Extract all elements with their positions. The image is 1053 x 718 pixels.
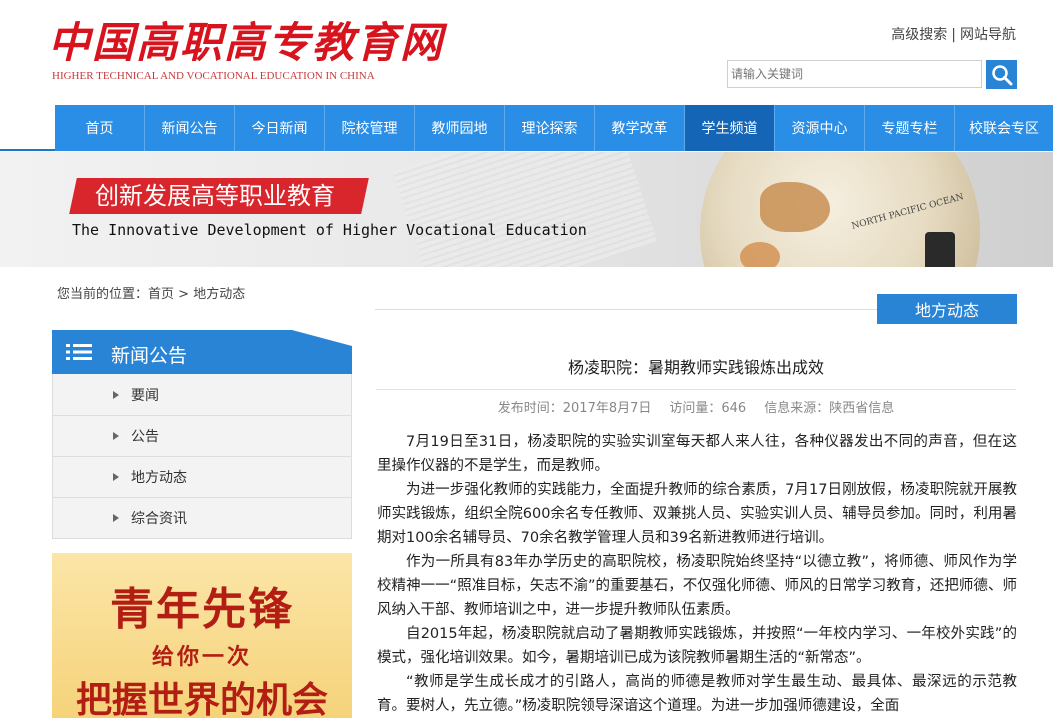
article-body: 7月19日至31日，杨凌职院的实验实训室每天都人来人往，各种仪器发出不同的声音，…: [377, 430, 1017, 718]
sidebar-item[interactable]: 综合资讯: [53, 497, 351, 538]
nav-item[interactable]: 教学改革: [595, 105, 685, 151]
link-separator: |: [951, 27, 956, 43]
promo-subtitle: 给你一次: [151, 645, 252, 670]
promo-banner[interactable]: 青年先锋 给你一次 把握世界的机会: [52, 553, 352, 718]
banner: NORTH PACIFIC OCEAN 创新发展高等职业教育 The Innov…: [0, 152, 1053, 267]
section-tag: 地方动态: [877, 294, 1017, 324]
sidebar-item[interactable]: 要闻: [53, 374, 351, 415]
search-button[interactable]: [986, 60, 1017, 89]
list-icon: [66, 344, 92, 360]
banner-subtitle: The Innovative Development of Higher Voc…: [72, 221, 587, 239]
nav-item[interactable]: 院校管理: [325, 105, 415, 151]
globe-land: [760, 182, 830, 232]
globe-land: [740, 242, 780, 267]
sidebar-title: 新闻公告: [111, 345, 188, 367]
sidebar-item-label: 地方动态: [131, 470, 187, 486]
globe-label: NORTH PACIFIC OCEAN: [850, 192, 965, 232]
sidebar-header-corner: [292, 330, 352, 346]
banner-slogan: 创新发展高等职业教育: [69, 178, 369, 214]
triangle-right-icon: [113, 473, 119, 481]
sidebar-item-label: 公告: [131, 429, 159, 445]
banner-newspaper-image: [392, 152, 658, 267]
article-source: 信息来源：陕西省信息: [764, 401, 895, 416]
triangle-right-icon: [113, 514, 119, 522]
article-paragraph: “教师是学生成长成才的引路人，高尚的师德是教师对学生最生动、最具体、最深远的示范…: [377, 674, 1017, 714]
nav-items: 首页 新闻公告 今日新闻 院校管理 教师园地 理论探索 教学改革 学生频道 资源中心 专题专栏 校联…: [55, 105, 1053, 151]
article-meta: 发布时间：2017年8月7日 访问量：646 信息来源：陕西省信息: [376, 397, 1016, 416]
breadcrumb-prefix: 您当前的位置：: [57, 287, 149, 302]
promo-title: 青年先锋: [110, 584, 294, 635]
logo-chinese-text: 中国高职高专教育网: [48, 18, 445, 67]
banner-slogan-text: 创新发展高等职业教育: [95, 182, 335, 210]
search-bar: [727, 60, 1017, 89]
sidebar-item[interactable]: 公告: [53, 415, 351, 456]
nav-item[interactable]: 首页: [55, 105, 145, 151]
site-nav-link[interactable]: 网站导航: [960, 27, 1016, 43]
sidebar-item-label: 综合资讯: [131, 511, 187, 527]
breadcrumb-home[interactable]: 首页: [148, 287, 174, 302]
top-links: 高级搜索 | 网站导航: [891, 24, 1016, 44]
sidebar-list: 要闻公告地方动态综合资讯: [52, 374, 352, 539]
triangle-right-icon: [113, 432, 119, 440]
breadcrumb: 您当前的位置：首页 > 地方动态: [57, 283, 245, 302]
sidebar-item[interactable]: 地方动态: [53, 456, 351, 497]
article-divider: [376, 389, 1016, 390]
triangle-right-icon: [113, 390, 119, 399]
site-logo[interactable]: 中国高职高专教育网 HIGHER TECHNICAL AND VOCATIONA…: [48, 18, 444, 82]
article-paragraph: 自2015年起，杨凌职院就启动了暑期教师实践锻炼，并按照“一年校内学习、一年校外…: [377, 626, 1017, 666]
article-date: 发布时间：2017年8月7日: [497, 401, 652, 416]
sidebar-item-label: 要闻: [131, 387, 159, 404]
breadcrumb-separator: >: [174, 287, 194, 302]
nav-item[interactable]: 校联会专区: [955, 105, 1053, 151]
nav-item[interactable]: 资源中心: [775, 105, 865, 151]
advanced-search-link[interactable]: 高级搜索: [891, 27, 947, 43]
nav-item[interactable]: 新闻公告: [145, 105, 235, 151]
promo-main-text: 把握世界的机会: [75, 679, 328, 718]
article-views: 访问量：646: [669, 401, 747, 416]
main-nav: 首页 新闻公告 今日新闻 院校管理 教师园地 理论探索 教学改革 学生频道 资源中心 专题专栏 校联…: [0, 105, 1053, 151]
nav-item[interactable]: 教师园地: [415, 105, 505, 151]
search-icon: [991, 64, 1012, 85]
nav-item[interactable]: 学生频道: [685, 105, 775, 151]
article-title: 杨凌职院：暑期教师实践锻炼出成效: [567, 358, 824, 377]
article-paragraph: 作为一所具有83年办学历史的高职院校，杨凌职院始终坚持“以德立教”，将师德、师风…: [377, 554, 1017, 618]
sidebar-header: 新闻公告: [52, 330, 352, 374]
nav-item[interactable]: 理论探索: [505, 105, 595, 151]
globe-stand: [925, 232, 955, 267]
nav-item[interactable]: 今日新闻: [235, 105, 325, 151]
breadcrumb-current[interactable]: 地方动态: [193, 287, 245, 302]
logo-english-text: HIGHER TECHNICAL AND VOCATIONAL EDUCATIO…: [52, 70, 375, 82]
article-paragraph: 为进一步强化教师的实践能力，全面提升教师的综合素质，7月17日刚放假，杨凌职院就…: [377, 482, 1017, 546]
article-paragraph: 7月19日至31日，杨凌职院的实验实训室每天都人来人往，各种仪器发出不同的声音，…: [377, 434, 1017, 474]
nav-item[interactable]: 专题专栏: [865, 105, 955, 151]
search-input[interactable]: [727, 60, 982, 88]
